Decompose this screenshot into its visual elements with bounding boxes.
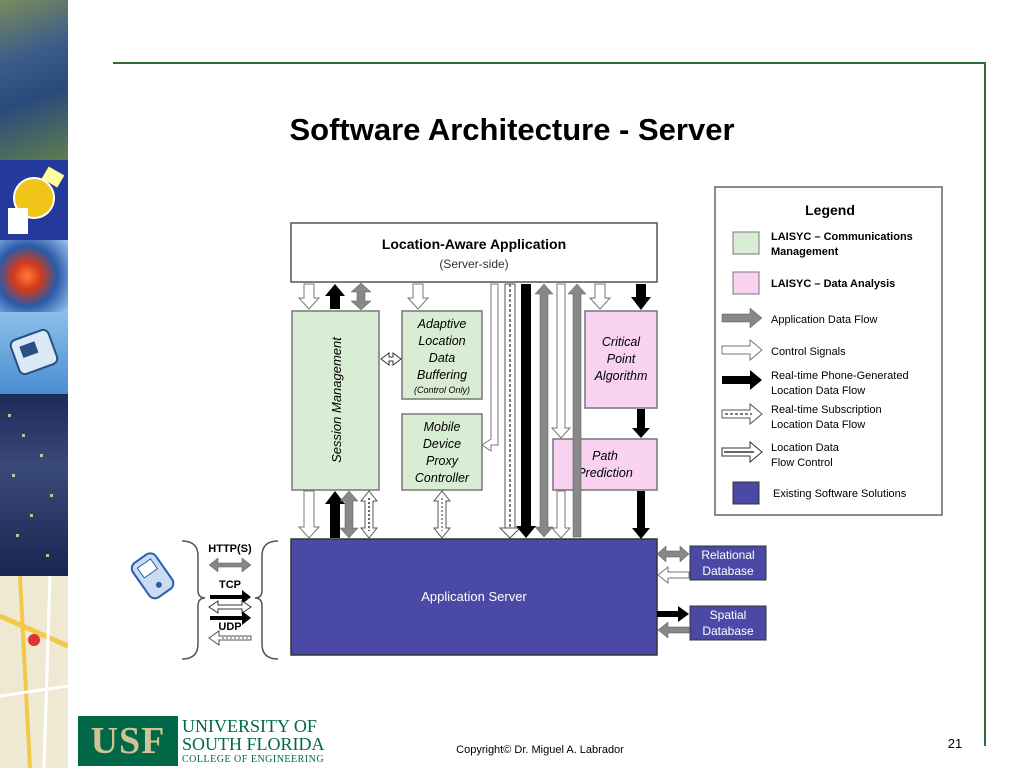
phone-location-flow-arrow: [657, 606, 689, 622]
mobile-proxy-line-1: Mobile: [424, 420, 461, 434]
legend-subscription-flow-line-1: Real-time Subscription: [771, 404, 882, 416]
legend-title: Legend: [805, 202, 855, 218]
usf-logo: USF UNIVERSITY OF SOUTH FLORIDA COLLEGE …: [78, 716, 325, 766]
location-aware-application-subtitle: (Server-side): [439, 257, 508, 271]
legend-communications-line-1: LAISYC – Communications: [771, 231, 913, 243]
mobile-phone-icon: [130, 552, 175, 600]
phone-location-flow-arrow: [632, 409, 650, 438]
control-signal-arrow: [550, 283, 572, 439]
phone-location-flow-arrow: [632, 491, 650, 539]
application-data-flow-arrow: [208, 557, 252, 573]
legend-control-signals-label: Control Signals: [771, 346, 846, 358]
protocol-tcp-label: TCP: [219, 579, 241, 591]
path-prediction-line-1: Path: [592, 449, 618, 463]
phone-location-flow-arrow: [631, 284, 651, 310]
copyright-text: Copyright© Dr. Miguel A. Labrador: [456, 744, 624, 756]
location-flow-control-arrow: [380, 352, 402, 366]
critical-point-line-1: Critical: [602, 335, 641, 349]
control-signal-arrow: [297, 283, 321, 310]
spatial-database-line-1: Spatial: [710, 608, 747, 622]
location-flow-control-arrow: [359, 490, 379, 539]
usf-logo-line-2: SOUTH FLORIDA: [182, 734, 325, 754]
control-signal-arrow: [657, 565, 690, 585]
path-prediction-box: [552, 438, 658, 491]
control-signal-arrow: [550, 490, 572, 539]
relational-database-line-1: Relational: [701, 548, 754, 562]
legend-swatch-data-analysis: [732, 271, 760, 295]
adaptive-buffering-line-4: Buffering: [417, 368, 467, 382]
location-aware-application-title: Location-Aware Application: [382, 236, 566, 252]
location-flow-control-arrow: [432, 490, 452, 539]
application-data-flow-arrow: [534, 283, 554, 538]
location-aware-application-box: [290, 222, 658, 283]
usf-logo-letters: USF: [78, 716, 178, 766]
mobile-proxy-line-3: Proxy: [426, 454, 459, 468]
legend-subscription-flow-line-2: Location Data Flow: [771, 419, 865, 431]
protocol-udp-label: UDP: [218, 621, 241, 633]
application-server-label: Application Server: [421, 589, 527, 604]
legend-flow-control-line-2: Flow Control: [771, 457, 833, 469]
location-flow-control-arrow: [208, 600, 252, 614]
adaptive-buffering-line-2: Location: [418, 334, 465, 348]
control-signal-arrow: [588, 283, 612, 310]
legend-data-analysis-label: LAISYC – Data Analysis: [771, 278, 895, 290]
legend-phone-location-flow-line-2: Location Data Flow: [771, 385, 865, 397]
application-data-flow-arrow: [656, 545, 690, 563]
adaptive-buffering-note: (Control Only): [414, 385, 470, 395]
usf-logo-line-3: COLLEGE OF ENGINEERING: [182, 754, 325, 765]
legend-phone-location-flow-line-1: Real-time Phone-Generated: [771, 370, 909, 382]
adaptive-buffering-line-1: Adaptive: [417, 317, 467, 331]
legend-swatch-communications: [732, 231, 760, 255]
mobile-proxy-line-2: Device: [423, 437, 461, 451]
mobile-proxy-line-4: Controller: [415, 471, 470, 485]
critical-point-line-3: Algorithm: [594, 369, 648, 383]
subscription-location-flow-arrow: [498, 283, 522, 539]
relational-database-line-2: Database: [702, 564, 754, 578]
protocol-http-label: HTTP(S): [208, 543, 252, 555]
critical-point-line-2: Point: [607, 352, 636, 366]
phone-location-flow-arrow: [325, 284, 345, 309]
phone-location-flow-arrow: [325, 491, 345, 538]
application-data-flow-arrow: [350, 282, 372, 311]
control-signal-arrow: [481, 283, 499, 452]
right-bracket: [254, 540, 279, 660]
session-management-label: Session Management: [329, 336, 344, 463]
control-signal-arrow: [297, 490, 321, 539]
slide-number: 21: [947, 736, 963, 751]
subscription-location-flow-arrow: [208, 630, 252, 646]
control-signal-arrow: [406, 283, 430, 310]
application-data-flow-arrow: [339, 490, 359, 539]
adaptive-buffering-line-3: Data: [429, 351, 455, 365]
left-bracket: [181, 540, 206, 660]
legend-swatch-existing-software: [732, 481, 760, 505]
legend-existing-software-label: Existing Software Solutions: [773, 488, 907, 500]
path-prediction-line-2: Prediction: [577, 466, 633, 480]
legend-application-data-flow-label: Application Data Flow: [771, 314, 877, 326]
legend-flow-control-line-1: Location Data: [771, 442, 840, 454]
application-data-flow-arrow: [657, 621, 690, 639]
legend-communications-line-2: Management: [771, 246, 839, 258]
spatial-database-line-2: Database: [702, 624, 754, 638]
phone-location-flow-arrow: [516, 284, 536, 538]
architecture-diagram: Location-Aware Application (Server-side)…: [130, 186, 943, 660]
application-data-flow-arrow: [567, 283, 587, 538]
